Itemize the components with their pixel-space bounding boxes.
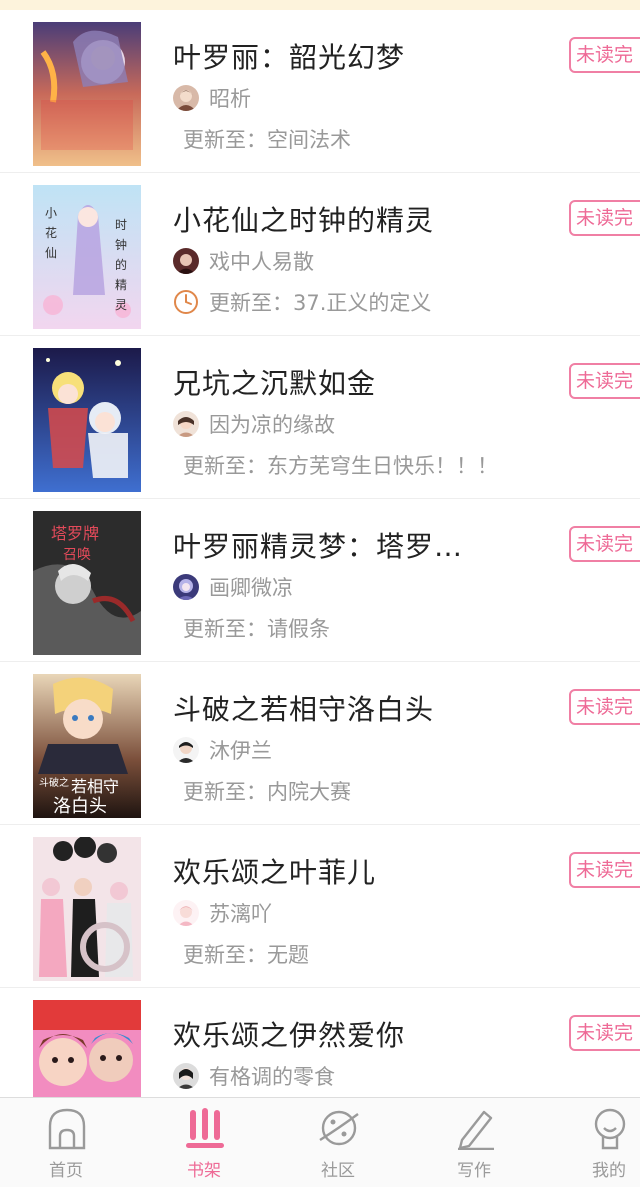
author-row: 画卿微凉 bbox=[173, 573, 293, 601]
book-title[interactable]: 兄坑之沉默如金 bbox=[173, 362, 376, 402]
author-name: 昭析 bbox=[209, 87, 251, 111]
book-list-item[interactable]: 塔罗牌 召唤 叶罗丽精灵梦：塔罗… 画卿微凉 更新至：请假条 未读完 bbox=[0, 499, 640, 662]
svg-text:召唤: 召唤 bbox=[63, 546, 91, 563]
latest-update: 更新至：东方芜穹生日快乐！！！ bbox=[183, 454, 498, 478]
author-name: 画卿微凉 bbox=[209, 576, 293, 600]
author-name: 苏漓吖 bbox=[209, 902, 272, 926]
tab-write[interactable]: 写作 bbox=[410, 1098, 538, 1187]
clock-icon bbox=[174, 290, 198, 314]
book-list-item[interactable]: 欢乐颂之叶菲儿 苏漓吖 更新至：无题 未读完 bbox=[0, 825, 640, 988]
tab-label: 写作 bbox=[457, 1161, 491, 1181]
tab-label: 社区 bbox=[321, 1161, 355, 1181]
unread-badge: 未读完 bbox=[569, 852, 640, 888]
unread-badge: 未读完 bbox=[569, 363, 640, 399]
book-cover-image[interactable] bbox=[33, 22, 141, 166]
author-row: 苏漓吖 bbox=[173, 899, 272, 927]
app-screen: 叶罗丽：韶光幻梦 昭析 更新至：空间法术 未读完 小 花 仙 时 钟 的 精 灵… bbox=[0, 0, 640, 1187]
svg-text:洛白头: 洛白头 bbox=[53, 796, 107, 817]
book-title[interactable]: 欢乐颂之叶菲儿 bbox=[173, 851, 376, 891]
author-avatar-icon bbox=[173, 900, 199, 926]
tab-home[interactable]: 首页 bbox=[2, 1098, 130, 1187]
tab-label: 书架 bbox=[187, 1161, 221, 1181]
svg-text:灵: 灵 bbox=[115, 298, 127, 312]
svg-text:若相守: 若相守 bbox=[71, 777, 119, 796]
book-list-item[interactable]: 叶罗丽：韶光幻梦 昭析 更新至：空间法术 未读完 bbox=[0, 10, 640, 173]
author-row: 戏中人易散 bbox=[173, 247, 314, 275]
book-title[interactable]: 叶罗丽精灵梦：塔罗… bbox=[173, 525, 463, 565]
tab-profile[interactable]: 我的 bbox=[545, 1098, 640, 1187]
tab-community[interactable]: 社区 bbox=[274, 1098, 402, 1187]
tab-bookshelf[interactable]: 书架 bbox=[140, 1098, 268, 1187]
svg-text:花: 花 bbox=[45, 225, 57, 240]
unread-badge: 未读完 bbox=[569, 37, 640, 73]
bookshelf-icon bbox=[186, 1108, 224, 1148]
author-row: 沐伊兰 bbox=[173, 736, 272, 764]
bookshelf-list[interactable]: 叶罗丽：韶光幻梦 昭析 更新至：空间法术 未读完 小 花 仙 时 钟 的 精 灵… bbox=[0, 10, 640, 1097]
book-cover-image[interactable] bbox=[33, 348, 141, 492]
book-list-item[interactable]: 兄坑之沉默如金 因为凉的缘故 更新至：东方芜穹生日快乐！！！ 未读完 bbox=[0, 336, 640, 499]
bottom-tab-bar: 首页 书架 社区 写作 我的 bbox=[0, 1097, 640, 1187]
unread-badge: 未读完 bbox=[569, 689, 640, 725]
book-title[interactable]: 叶罗丽：韶光幻梦 bbox=[173, 36, 405, 76]
author-avatar-icon bbox=[173, 411, 199, 437]
book-cover-image[interactable] bbox=[33, 1000, 141, 1097]
svg-text:塔罗牌: 塔罗牌 bbox=[51, 524, 99, 543]
svg-text:斗破之: 斗破之 bbox=[39, 776, 69, 789]
unread-badge: 未读完 bbox=[569, 200, 640, 236]
book-list-item[interactable]: 欢乐颂之伊然爱你 有格调的零食 未读完 bbox=[0, 988, 640, 1097]
author-name: 因为凉的缘故 bbox=[209, 413, 335, 437]
author-avatar-icon bbox=[173, 85, 199, 111]
book-cover-image[interactable] bbox=[33, 837, 141, 981]
latest-update: 更新至：37.正义的定义 bbox=[209, 291, 432, 315]
latest-update: 更新至：内院大赛 bbox=[183, 780, 351, 804]
book-list-item[interactable]: 斗破之 若相守 洛白头 斗破之若相守洛白头 沐伊兰 更新至：内院大赛 未读完 bbox=[0, 662, 640, 825]
author-name: 戏中人易散 bbox=[209, 250, 314, 274]
tab-label: 我的 bbox=[592, 1161, 626, 1181]
svg-text:钟: 钟 bbox=[115, 237, 127, 252]
book-cover-image[interactable]: 塔罗牌 召唤 bbox=[33, 511, 141, 655]
book-cover-image[interactable]: 斗破之 若相守 洛白头 bbox=[33, 674, 141, 818]
latest-update-row: 更新至：37.正义的定义 bbox=[173, 288, 431, 316]
author-avatar-icon bbox=[173, 574, 199, 600]
unread-badge: 未读完 bbox=[569, 526, 640, 562]
book-title[interactable]: 欢乐颂之伊然爱你 bbox=[173, 1014, 405, 1054]
author-name: 有格调的零食 bbox=[209, 1065, 335, 1089]
author-row: 因为凉的缘故 bbox=[173, 410, 335, 438]
author-avatar-icon bbox=[173, 1063, 199, 1089]
author-row: 有格调的零食 bbox=[173, 1062, 335, 1090]
svg-text:精: 精 bbox=[115, 278, 127, 292]
latest-update: 更新至：请假条 bbox=[183, 617, 330, 641]
author-row: 昭析 bbox=[173, 84, 251, 112]
unread-badge: 未读完 bbox=[569, 1015, 640, 1051]
author-avatar-icon bbox=[173, 737, 199, 763]
profile-icon bbox=[594, 1108, 626, 1150]
author-avatar-icon bbox=[173, 248, 199, 274]
tab-label: 首页 bbox=[49, 1161, 83, 1181]
latest-update: 更新至：无题 bbox=[183, 943, 309, 967]
latest-update: 更新至：空间法术 bbox=[183, 128, 351, 152]
svg-text:时: 时 bbox=[115, 218, 127, 232]
home-icon bbox=[48, 1108, 86, 1150]
book-list-item[interactable]: 小 花 仙 时 钟 的 精 灵 小花仙之时钟的精灵 戏中人易散 更新至：37.正… bbox=[0, 173, 640, 336]
svg-text:仙: 仙 bbox=[45, 246, 57, 260]
book-cover-image[interactable]: 小 花 仙 时 钟 的 精 灵 bbox=[33, 185, 141, 329]
pencil-icon bbox=[458, 1110, 494, 1150]
svg-text:小: 小 bbox=[45, 206, 57, 220]
book-title[interactable]: 小花仙之时钟的精灵 bbox=[173, 199, 434, 239]
top-strip bbox=[0, 0, 640, 10]
author-name: 沐伊兰 bbox=[209, 739, 272, 763]
planet-icon bbox=[319, 1110, 359, 1146]
book-title[interactable]: 斗破之若相守洛白头 bbox=[173, 688, 434, 728]
svg-text:的: 的 bbox=[115, 257, 127, 272]
